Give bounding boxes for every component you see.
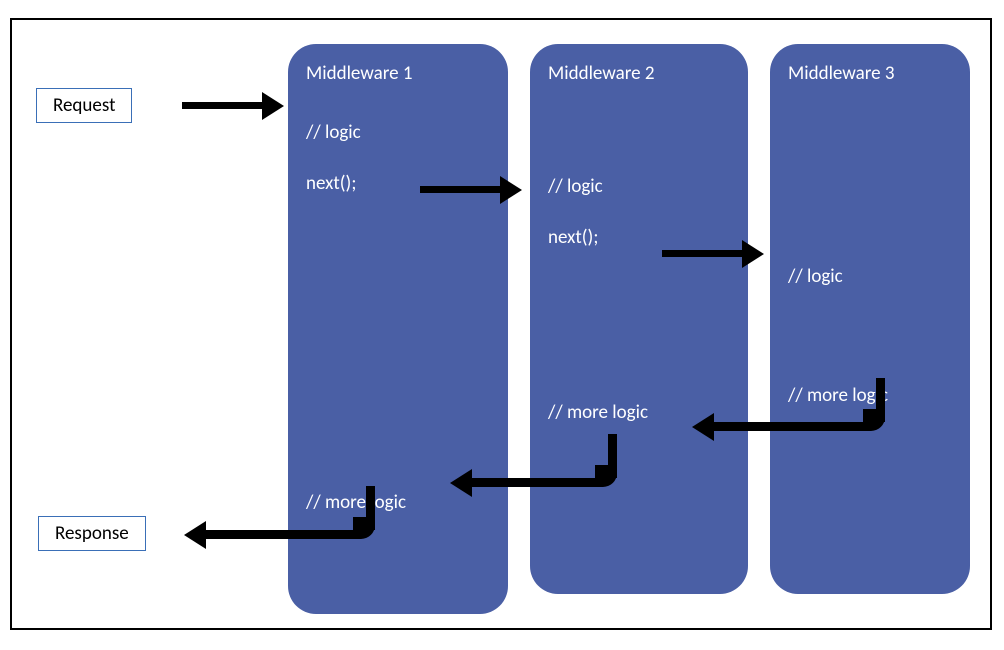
middleware-2-box: Middleware 2 // logic next(); // more lo…: [530, 44, 748, 594]
response-label-box: Response: [38, 516, 146, 551]
response-label: Response: [55, 522, 129, 545]
request-label: Request: [53, 94, 115, 117]
middleware-3-title: Middleware 3: [788, 62, 970, 85]
middleware-2-more-logic: // more logic: [548, 401, 748, 424]
middleware-2-next: next();: [548, 226, 748, 249]
middleware-3-logic: // logic: [788, 265, 970, 288]
diagram-container: Request Response Middleware 1 // logic n…: [10, 18, 992, 630]
middleware-1-more-logic: // more logic: [306, 491, 508, 514]
middleware-2-logic: // logic: [548, 175, 748, 198]
middleware-1-logic: // logic: [306, 121, 508, 144]
middleware-3-box: Middleware 3 // logic // more logic: [770, 44, 970, 594]
request-label-box: Request: [36, 88, 132, 123]
middleware-2-title: Middleware 2: [548, 62, 748, 85]
middleware-1-box: Middleware 1 // logic next(); // more lo…: [288, 44, 508, 614]
middleware-1-title: Middleware 1: [306, 62, 508, 85]
